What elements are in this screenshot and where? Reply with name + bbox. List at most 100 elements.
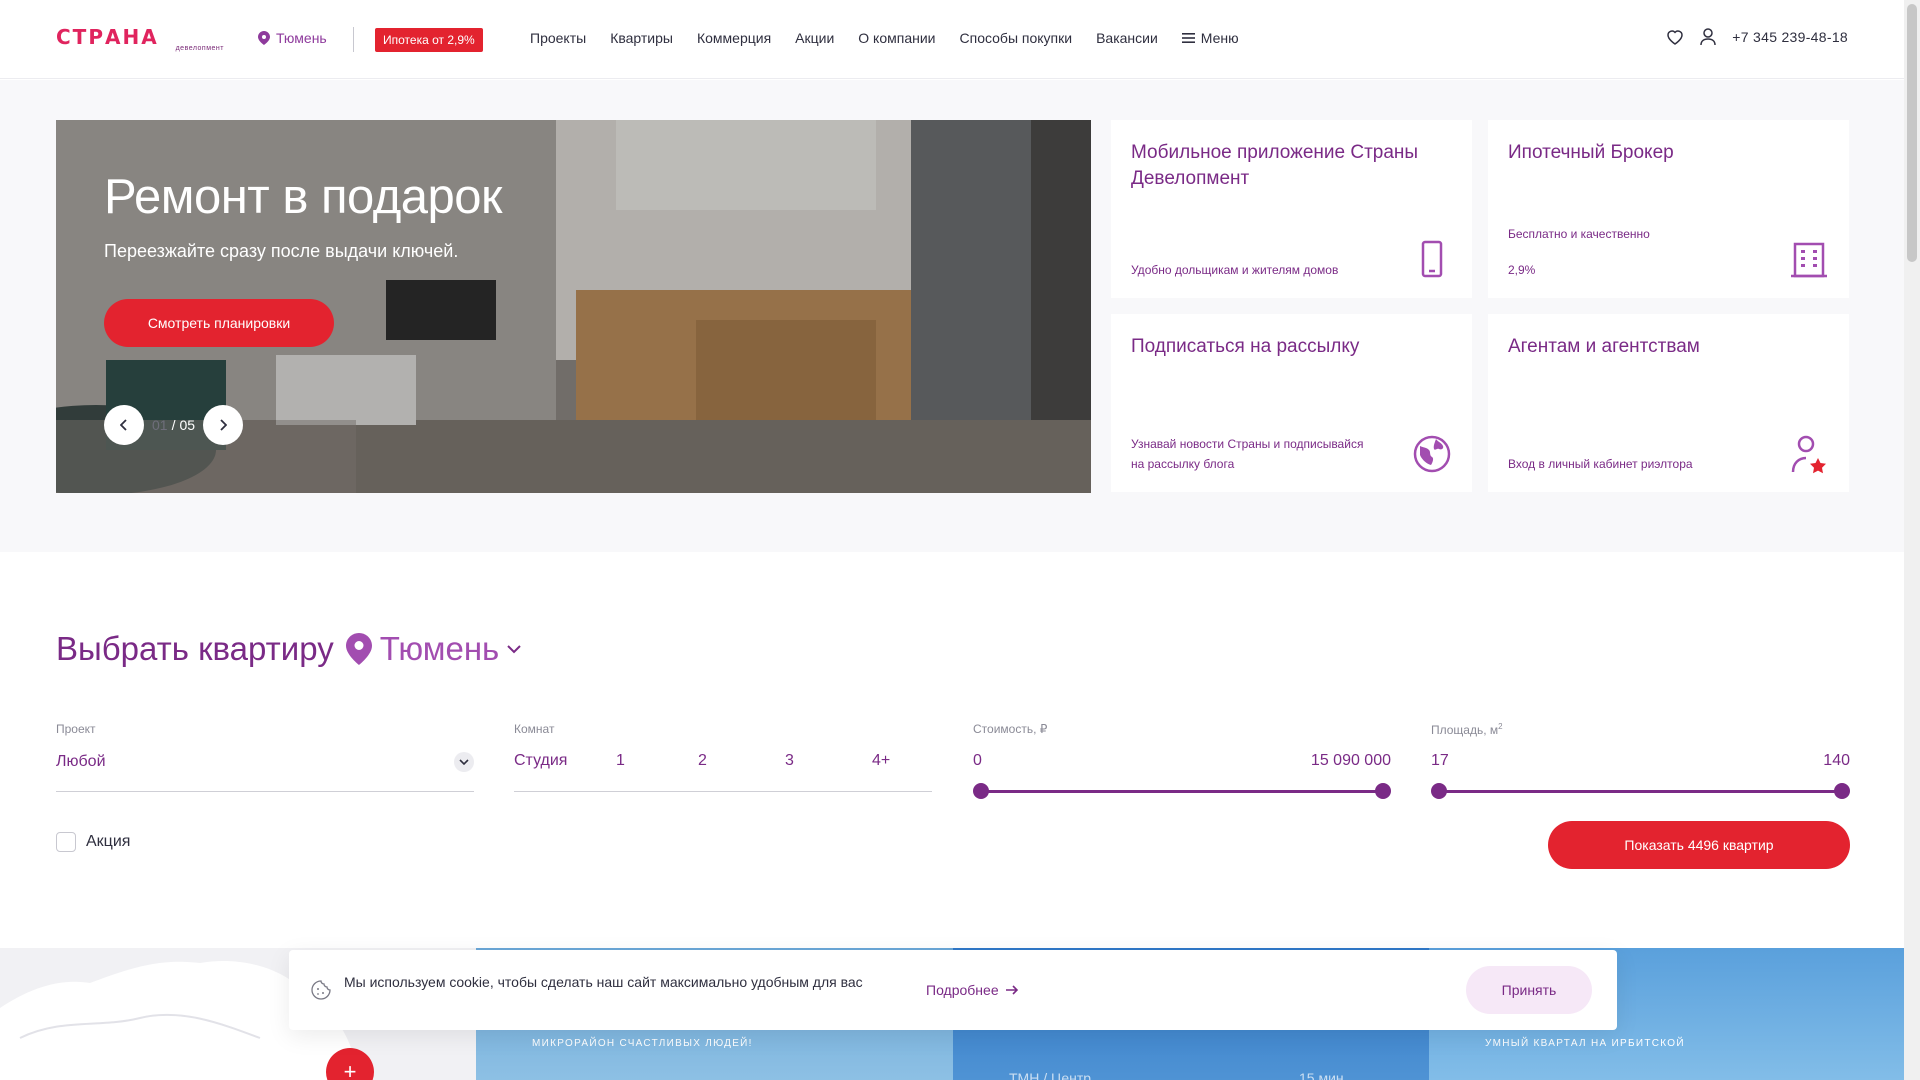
area-range-track[interactable] xyxy=(1438,790,1843,793)
chevron-down-icon xyxy=(507,644,521,653)
room-option-2[interactable]: 2 xyxy=(698,752,785,770)
hero-slider: Ремонт в подарок Переезжайте сразу после… xyxy=(56,120,1091,493)
location-pin-icon xyxy=(258,31,270,45)
cookie-text: Мы используем cookie, чтобы сделать наш … xyxy=(344,974,863,990)
promo-checkbox[interactable] xyxy=(56,832,76,852)
site-header: СТРАНА девелопмент Тюмень Ипотека от 2,9… xyxy=(0,0,1904,79)
card-title: Мобильное приложение Страны Девелопмент xyxy=(1131,142,1419,189)
heart-icon[interactable] xyxy=(1666,29,1684,45)
main-nav: Проекты Квартиры Коммерция Акции О компа… xyxy=(530,30,1239,46)
cookie-accept-button[interactable]: Принять xyxy=(1466,966,1592,1014)
menu-button[interactable]: Меню xyxy=(1181,30,1239,46)
agent-star-icon xyxy=(1791,435,1826,474)
area-max-handle[interactable] xyxy=(1834,783,1850,799)
card-newsletter[interactable]: Подписаться на рассылку Узнавай новости … xyxy=(1111,314,1472,492)
rooms-selector: Студия 1 2 3 4+ xyxy=(514,752,924,770)
search-city-selector[interactable]: Тюмень xyxy=(345,630,522,668)
project-label: Проект xyxy=(56,722,96,736)
arrow-right-icon xyxy=(1005,985,1018,995)
slide-counter-sep: / xyxy=(171,417,176,433)
scrollbar-thumb[interactable] xyxy=(1907,4,1917,262)
price-min-handle[interactable] xyxy=(973,783,989,799)
select-chevron xyxy=(454,752,474,772)
card-text: Узнавай новости Страны и подписывайся на… xyxy=(1131,437,1364,471)
price-min[interactable]: 0 xyxy=(973,752,982,770)
price-range-track[interactable] xyxy=(980,790,1384,793)
logo-subtext: девелопмент xyxy=(175,45,224,52)
nav-projects[interactable]: Проекты xyxy=(530,30,586,46)
cookie-banner: Мы используем cookie, чтобы сделать наш … xyxy=(289,950,1617,1030)
project-select[interactable]: Любой xyxy=(56,752,474,772)
nav-promotions[interactable]: Акции xyxy=(795,30,834,46)
logo[interactable]: СТРАНА девелопмент xyxy=(56,25,224,52)
project-tile-location: ТМН / Центр xyxy=(1009,1070,1092,1080)
view-layouts-button[interactable]: Смотреть планировки xyxy=(104,299,334,347)
price-max[interactable]: 15 090 000 xyxy=(1311,752,1391,770)
city-label: Тюмень xyxy=(276,30,327,46)
card-mortgage-broker[interactable]: Ипотечный Брокер Бесплатно и качественно… xyxy=(1488,120,1849,298)
area-min[interactable]: 17 xyxy=(1431,752,1449,770)
nav-purchase-methods[interactable]: Способы покупки xyxy=(960,30,1073,46)
area-label: Площадь, м2 xyxy=(1431,722,1503,737)
chevron-left-icon xyxy=(120,419,127,431)
slide-counter-total: 05 xyxy=(179,417,196,433)
cookie-more-link[interactable]: Подробнее xyxy=(926,982,1019,998)
project-tile-distance: 15 мин xyxy=(1299,1070,1344,1080)
location-pin-icon xyxy=(345,633,372,665)
divider xyxy=(353,27,354,52)
card-agents[interactable]: Агентам и агентствам Вход в личный кабин… xyxy=(1488,314,1849,492)
logo-text: СТРАНА xyxy=(56,25,159,49)
slide-subtitle: Переезжайте сразу после выдачи ключей. xyxy=(104,241,459,261)
divider xyxy=(514,791,932,792)
prev-slide-button[interactable] xyxy=(104,405,144,445)
card-title: Подписаться на рассылку xyxy=(1131,336,1360,357)
area-min-handle[interactable] xyxy=(1431,783,1447,799)
scrollbar[interactable] xyxy=(1904,0,1920,1080)
nav-apartments[interactable]: Квартиры xyxy=(610,30,673,46)
cookie-more-label: Подробнее xyxy=(926,982,999,998)
card-title: Ипотечный Брокер xyxy=(1508,142,1674,163)
search-title: Выбрать квартиру Тюмень xyxy=(56,630,521,668)
header-actions: +7 345 239-48-18 xyxy=(1666,28,1848,46)
nav-commerce[interactable]: Коммерция xyxy=(697,30,771,46)
mortgage-badge[interactable]: Ипотека от 2,9% xyxy=(375,28,483,52)
area-label-text: Площадь, м xyxy=(1431,723,1499,737)
slider-controls: 01 / 05 xyxy=(104,405,244,445)
room-option-3[interactable]: 3 xyxy=(785,752,872,770)
phone-icon xyxy=(1421,240,1443,278)
promo-checkbox-row[interactable]: Акция xyxy=(56,832,130,852)
card-mobile-app[interactable]: Мобильное приложение Страны Девелопмент … xyxy=(1111,120,1472,298)
nav-about[interactable]: О компании xyxy=(858,30,935,46)
room-option-1[interactable]: 1 xyxy=(616,752,698,770)
area-values: 17 140 xyxy=(1431,752,1850,770)
chevron-right-icon xyxy=(220,419,228,431)
search-title-text: Выбрать квартиру xyxy=(56,630,334,667)
area-label-sup: 2 xyxy=(1498,722,1503,731)
room-option-4plus[interactable]: 4+ xyxy=(872,752,890,770)
card-rate: 2,9% xyxy=(1508,263,1536,277)
globe-icon xyxy=(1413,435,1451,473)
divider xyxy=(56,791,474,792)
project-value: Любой xyxy=(56,753,106,770)
room-option-studio[interactable]: Студия xyxy=(514,752,616,770)
card-text: Удобно дольщикам и жителям домов xyxy=(1131,263,1339,277)
cookie-icon xyxy=(311,980,331,1000)
search-city-label: Тюмень xyxy=(379,630,500,667)
phone-number[interactable]: +7 345 239-48-18 xyxy=(1732,29,1848,45)
show-apartments-button[interactable]: Показать 4496 квартир xyxy=(1548,821,1850,869)
city-selector[interactable]: Тюмень xyxy=(258,30,327,46)
nav-vacancies[interactable]: Вакансии xyxy=(1096,30,1158,46)
area-max[interactable]: 140 xyxy=(1823,752,1850,770)
project-tile-caption: МИКРОРАЙОН СЧАСТЛИВЫХ ЛЮДЕЙ! xyxy=(532,1038,753,1049)
burger-icon xyxy=(1181,33,1195,43)
price-values: 0 15 090 000 xyxy=(973,752,1391,770)
menu-label: Меню xyxy=(1200,30,1239,46)
card-text: Бесплатно и качественно xyxy=(1508,227,1650,241)
building-icon xyxy=(1791,242,1827,278)
price-label: Стоимость, ₽ xyxy=(973,722,1048,736)
user-icon[interactable] xyxy=(1700,28,1717,46)
price-max-handle[interactable] xyxy=(1375,783,1391,799)
promo-label: Акция xyxy=(86,833,131,850)
slide-counter: 01 / 05 xyxy=(152,417,195,433)
next-slide-button[interactable] xyxy=(203,405,244,445)
